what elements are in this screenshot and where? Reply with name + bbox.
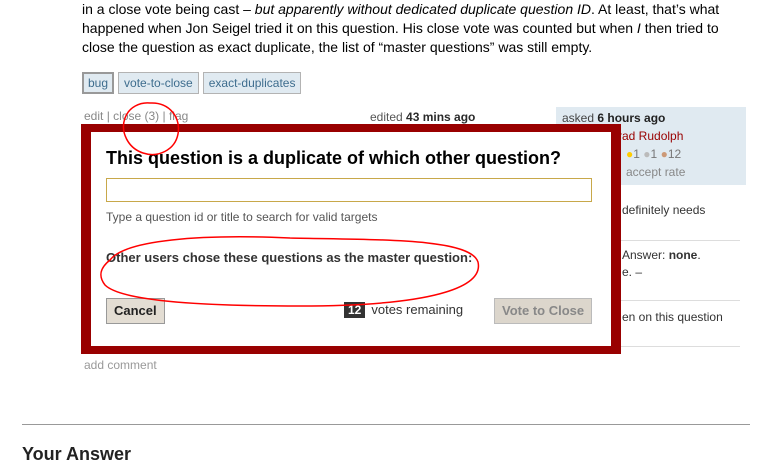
cancel-button[interactable]: Cancel: [106, 298, 165, 324]
votes-label: votes remaining: [371, 302, 464, 317]
votes-remaining: 12 votes remaining: [344, 302, 463, 318]
tag-list: bug vote-to-close exact-duplicates: [82, 72, 302, 94]
comment-fragment-2: Answer: none.: [622, 248, 701, 262]
edited-info: edited 43 mins ago: [370, 110, 475, 124]
accept-rate: accept rate: [626, 165, 686, 179]
master-questions-label: Other users chose these questions as the…: [106, 250, 473, 265]
asked-info: asked 6 hours ago: [562, 111, 665, 125]
silver-count: 1: [650, 147, 658, 161]
dialog-title: This question is a duplicate of which ot…: [106, 148, 562, 168]
question-body: in a close vote being cast – but apparen…: [82, 0, 742, 57]
text: Answer:: [622, 248, 669, 262]
post-menu: edit | close (3) | flag: [84, 109, 188, 123]
edit-link[interactable]: edit: [84, 109, 103, 123]
bronze-count: 12: [667, 147, 682, 161]
duplicate-search-input[interactable]: [106, 178, 592, 202]
text: . At least, that’s what: [591, 1, 720, 17]
search-hint: Type a question id or title to search fo…: [106, 210, 378, 224]
emphasis-text: but apparently without dedicated duplica…: [254, 1, 592, 17]
separator: |: [103, 109, 114, 123]
text: then tried to: [640, 20, 719, 36]
post-line-2: happened when Jon Seigel tried it on thi…: [82, 19, 742, 38]
text: .: [697, 248, 701, 262]
comment-fragment-4: en on this question: [622, 310, 723, 324]
close-dialog: This question is a duplicate of which ot…: [81, 124, 621, 354]
text: in a close vote being cast –: [82, 1, 255, 17]
separator: |: [159, 109, 169, 123]
comment-fragment-3: e. –: [622, 265, 643, 279]
flag-link[interactable]: flag: [169, 109, 188, 123]
tag-exact-duplicates[interactable]: exact-duplicates: [202, 72, 302, 94]
gold-count: 1: [633, 147, 640, 161]
post-line-1: in a close vote being cast – but apparen…: [82, 0, 742, 19]
edited-label: edited: [370, 110, 407, 124]
user-name[interactable]: rad Rudolph: [618, 129, 683, 143]
votes-count-badge: 12: [344, 302, 366, 318]
vote-to-close-button[interactable]: Vote to Close: [494, 298, 593, 324]
tag-bug[interactable]: bug: [82, 72, 115, 94]
post-line-3: close the question as exact duplicate, t…: [82, 39, 593, 55]
tag-vote-to-close[interactable]: vote-to-close: [118, 72, 199, 94]
divider: [22, 424, 750, 425]
asked-label: asked: [562, 111, 598, 125]
close-dialog-body: This question is a duplicate of which ot…: [91, 132, 611, 346]
bold-text: none: [668, 248, 698, 262]
your-answer-heading: Your Answer: [22, 444, 132, 464]
badge-counts: ●1 ●1 ●12: [626, 147, 681, 161]
silver-badge-icon: ●: [643, 147, 651, 161]
comment-fragment-1: definitely needs: [622, 203, 706, 217]
edited-time[interactable]: 43 mins ago: [406, 110, 475, 124]
add-comment-link[interactable]: add comment: [84, 358, 157, 372]
text: happened when Jon Seigel tried it on thi…: [82, 20, 637, 36]
asked-time: 6 hours ago: [597, 111, 666, 125]
close-link[interactable]: close (3): [113, 109, 159, 123]
bronze-badge-icon: ●: [660, 147, 668, 161]
